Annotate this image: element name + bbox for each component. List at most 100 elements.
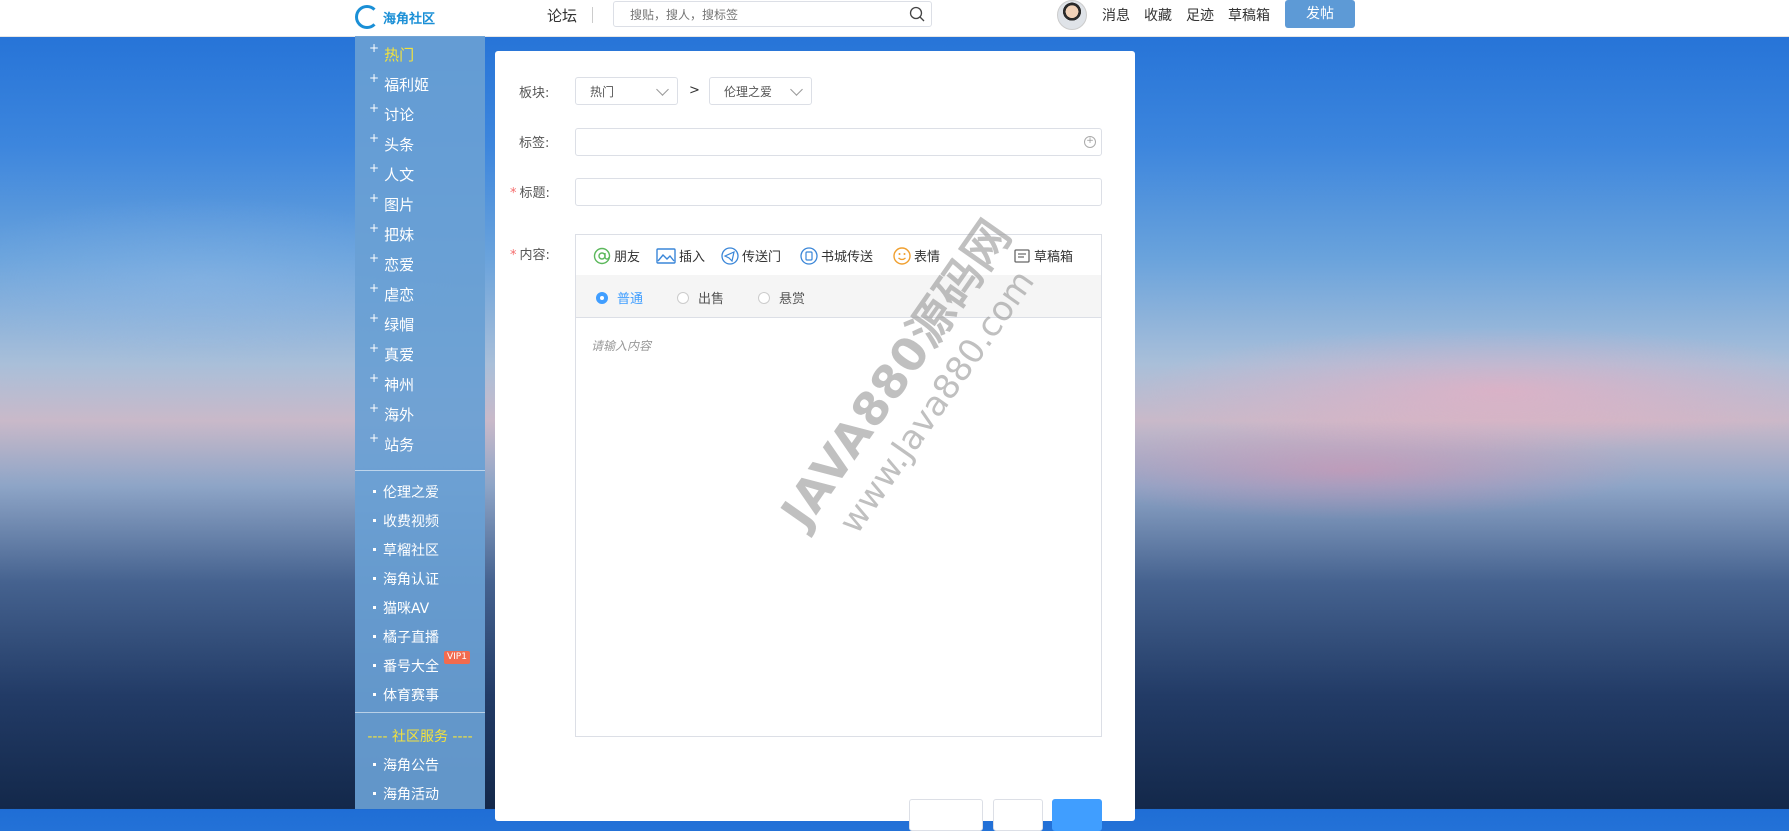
category-label: 福利姬 (384, 76, 430, 94)
tags-input[interactable]: + (575, 128, 1102, 156)
sidebar-category[interactable]: + 真爱 (369, 341, 414, 365)
submit-button[interactable] (1052, 799, 1102, 831)
plus-icon: + (369, 281, 380, 295)
category-label: 虐恋 (384, 286, 415, 304)
sidebar-link[interactable]: 猫咪AV (373, 598, 429, 618)
plus-icon: + (369, 221, 380, 235)
sidebar-category[interactable]: + 虐恋 (369, 281, 415, 305)
sub-board-select-value: 伦理之爱 (724, 85, 773, 99)
link-label: 海角公告 (383, 758, 439, 774)
content-label-wrap: * 内容: (510, 244, 550, 263)
sidebar-link[interactable]: 收费视频 (373, 511, 439, 531)
bullet-icon (373, 576, 376, 580)
sidebar-category[interactable]: + 把妹 (369, 221, 415, 245)
radio-sale[interactable]: 出售 (677, 288, 724, 307)
bottom-button[interactable] (909, 799, 983, 831)
sidebar-service-link[interactable]: 海角公告 (373, 755, 439, 775)
logo-icon (355, 5, 379, 29)
toolbar-label: 书城传送 (821, 250, 874, 265)
vip-badge: VIP1 (444, 651, 470, 664)
category-label: 把妹 (384, 226, 415, 244)
sidebar-link[interactable]: 番号大全 (373, 656, 439, 676)
toolbar-emoji-button[interactable]: 表情 (893, 246, 940, 265)
bullet-icon (373, 634, 376, 638)
sidebar-divider (355, 470, 485, 471)
plus-icon: + (369, 71, 380, 85)
toolbar-drafts-button[interactable]: 草稿箱 (1013, 246, 1073, 265)
nav-favorites[interactable]: 收藏 (1144, 5, 1172, 25)
post-type-radios: 普通 出售 悬赏 (576, 275, 1101, 318)
draft-box-icon (1014, 248, 1030, 263)
board-select[interactable]: 热门 (575, 77, 678, 105)
link-label: 伦理之爱 (383, 485, 439, 501)
user-avatar[interactable] (1057, 0, 1087, 30)
sidebar-category[interactable]: + 人文 (369, 161, 414, 185)
link-label: 海角活动 (383, 787, 439, 803)
radio-dot-icon (677, 291, 689, 304)
top-bar: 海角社区 论坛 消息 收藏 足迹 草稿箱 发帖 (0, 0, 1789, 37)
sidebar-category[interactable]: + 恋爱 (369, 251, 414, 275)
toolbar-label: 朋友 (614, 250, 641, 265)
link-label: 橘子直播 (383, 630, 439, 646)
sidebar: + 热门 + 福利姬 + 讨论 + 头条 + 人文 + 图片 + 把妹 + 恋爱 + 虐恋 + 绿帽… (355, 36, 485, 809)
category-label: 海外 (384, 406, 415, 424)
sidebar-category[interactable]: + 绿帽 (369, 311, 414, 335)
plus-icon: + (369, 341, 380, 355)
toolbar-insert-button[interactable]: 插入 (656, 246, 705, 265)
nav-messages[interactable]: 消息 (1102, 5, 1130, 25)
sidebar-category[interactable]: + 站务 (369, 431, 414, 455)
search-icon[interactable] (909, 6, 925, 22)
bullet-icon (373, 663, 376, 667)
post-button[interactable]: 发帖 (1285, 0, 1355, 28)
bullet-icon (373, 547, 376, 551)
link-label: 体育赛事 (383, 688, 439, 704)
category-label: 图片 (384, 196, 415, 214)
sidebar-link[interactable]: 海角认证 (373, 569, 439, 589)
sidebar-link[interactable]: 伦理之爱 (373, 482, 439, 502)
site-logo[interactable]: 海角社区 (355, 2, 435, 32)
board-select-value: 热门 (590, 85, 615, 99)
link-label: 草榴社区 (383, 543, 439, 559)
plus-icon: + (369, 251, 380, 265)
sidebar-category[interactable]: + 头条 (369, 131, 414, 155)
radio-label: 普通 (617, 292, 644, 307)
content-textarea[interactable]: 请输入内容 (591, 337, 651, 354)
sidebar-service-link[interactable]: 海角活动 (373, 784, 439, 804)
category-label: 热门 (384, 46, 415, 64)
toolbar-label: 插入 (679, 250, 706, 265)
title-input[interactable] (575, 178, 1102, 206)
sub-board-select[interactable]: 伦理之爱 (709, 77, 812, 105)
search-input[interactable] (628, 3, 902, 27)
board-separator: > (689, 83, 700, 98)
post-form-card: 板块: 热门 > 伦理之爱 标签: + * 标题: * 内容: 朋友 插入 传送门 (495, 51, 1135, 831)
plus-icon: + (369, 131, 380, 145)
toolbar-mention-button[interactable]: 朋友 (593, 246, 640, 265)
radio-normal[interactable]: 普通 (596, 288, 643, 307)
sidebar-link[interactable]: 体育赛事 (373, 685, 439, 705)
nav-history[interactable]: 足迹 (1186, 5, 1214, 25)
toolbar-book-portal-button[interactable]: 书城传送 (800, 246, 873, 265)
plus-icon: + (369, 431, 380, 445)
sidebar-category[interactable]: + 神州 (369, 371, 415, 395)
nav-drafts[interactable]: 草稿箱 (1228, 5, 1270, 25)
toolbar-portal-button[interactable]: 传送门 (721, 246, 781, 265)
title-label: 标题: (519, 186, 550, 201)
sidebar-category[interactable]: + 图片 (369, 191, 415, 215)
sidebar-category[interactable]: + 讨论 (369, 101, 414, 125)
sidebar-link[interactable]: 橘子直播 (373, 627, 439, 647)
radio-bounty[interactable]: 悬赏 (758, 288, 805, 307)
logo-text: 海角社区 (383, 11, 436, 27)
category-label: 神州 (384, 376, 415, 394)
tags-label: 标签: (519, 136, 550, 151)
bullet-icon (373, 791, 376, 795)
chevron-down-icon (656, 83, 669, 96)
bottom-button[interactable] (993, 799, 1043, 831)
radio-dot-icon (758, 291, 770, 304)
sidebar-category-hot[interactable]: + 热门 (369, 41, 415, 65)
nav-forum-link[interactable]: 论坛 (547, 5, 577, 26)
sidebar-link[interactable]: 草榴社区 (373, 540, 439, 560)
board-label: 板块: (519, 86, 550, 101)
add-tag-icon[interactable]: + (1084, 136, 1096, 148)
sidebar-category[interactable]: + 海外 (369, 401, 415, 425)
sidebar-category[interactable]: + 福利姬 (369, 71, 430, 95)
